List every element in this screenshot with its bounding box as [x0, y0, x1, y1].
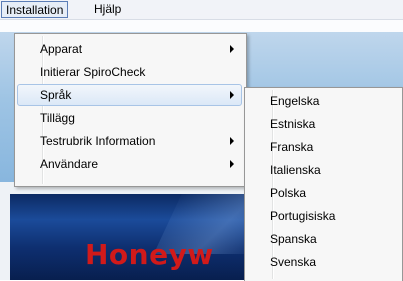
menu-item-apparat[interactable]: Apparat	[17, 38, 242, 60]
menu-item-label: Initierar SpiroCheck	[40, 65, 146, 79]
language-item-engelska[interactable]: Engelska	[247, 90, 398, 112]
menubar-item-help[interactable]: Hjälp	[90, 1, 125, 18]
menu-item-label: Språk	[40, 88, 72, 102]
language-item-franska[interactable]: Franska	[247, 136, 398, 158]
submenu-arrow-icon	[230, 160, 234, 168]
menu-item-label: Användare	[40, 157, 99, 171]
language-item-estniska[interactable]: Estniska	[247, 113, 398, 135]
language-submenu: Engelska Estniska Franska Italienska Pol…	[244, 87, 403, 281]
menubar: Installation Hjälp	[0, 0, 403, 20]
menu-item-label: Testrubrik Information	[40, 134, 156, 148]
menu-item-anvandare[interactable]: Användare	[17, 153, 242, 175]
menu-item-label: Apparat	[40, 42, 83, 56]
menu-item-label: Engelska	[270, 94, 320, 108]
menu-item-label: Portugisiska	[270, 209, 336, 223]
menu-item-initierar-spirocheck[interactable]: Initierar SpiroCheck	[17, 61, 242, 83]
menu-item-label: Polska	[270, 186, 307, 200]
language-item-svenska[interactable]: Svenska	[247, 251, 398, 273]
language-item-spanska[interactable]: Spanska	[247, 228, 398, 250]
menu-item-label: Spanska	[270, 232, 317, 246]
menu-item-label: Italienska	[270, 163, 321, 177]
menu-item-tillagg[interactable]: Tillägg	[17, 107, 242, 129]
menubar-item-installation[interactable]: Installation	[1, 1, 69, 18]
language-item-italienska[interactable]: Italienska	[247, 159, 398, 181]
menu-item-sprak[interactable]: Språk	[17, 84, 242, 106]
submenu-arrow-icon	[230, 91, 234, 99]
brand-logo-text: Honeyw	[85, 238, 214, 271]
language-item-polska[interactable]: Polska	[247, 182, 398, 204]
installation-menu: Apparat Initierar SpiroCheck Språk Tillä…	[14, 33, 247, 187]
menu-item-label: Tillägg	[40, 111, 75, 125]
submenu-arrow-icon	[230, 45, 234, 53]
menu-item-label: Estniska	[270, 117, 316, 131]
language-item-portugisiska[interactable]: Portugisiska	[247, 205, 398, 227]
menu-item-label: Franska	[270, 140, 314, 154]
submenu-arrow-icon	[230, 137, 234, 145]
menu-item-label: Svenska	[270, 255, 317, 269]
menu-item-testrubrik-information[interactable]: Testrubrik Information	[17, 130, 242, 152]
